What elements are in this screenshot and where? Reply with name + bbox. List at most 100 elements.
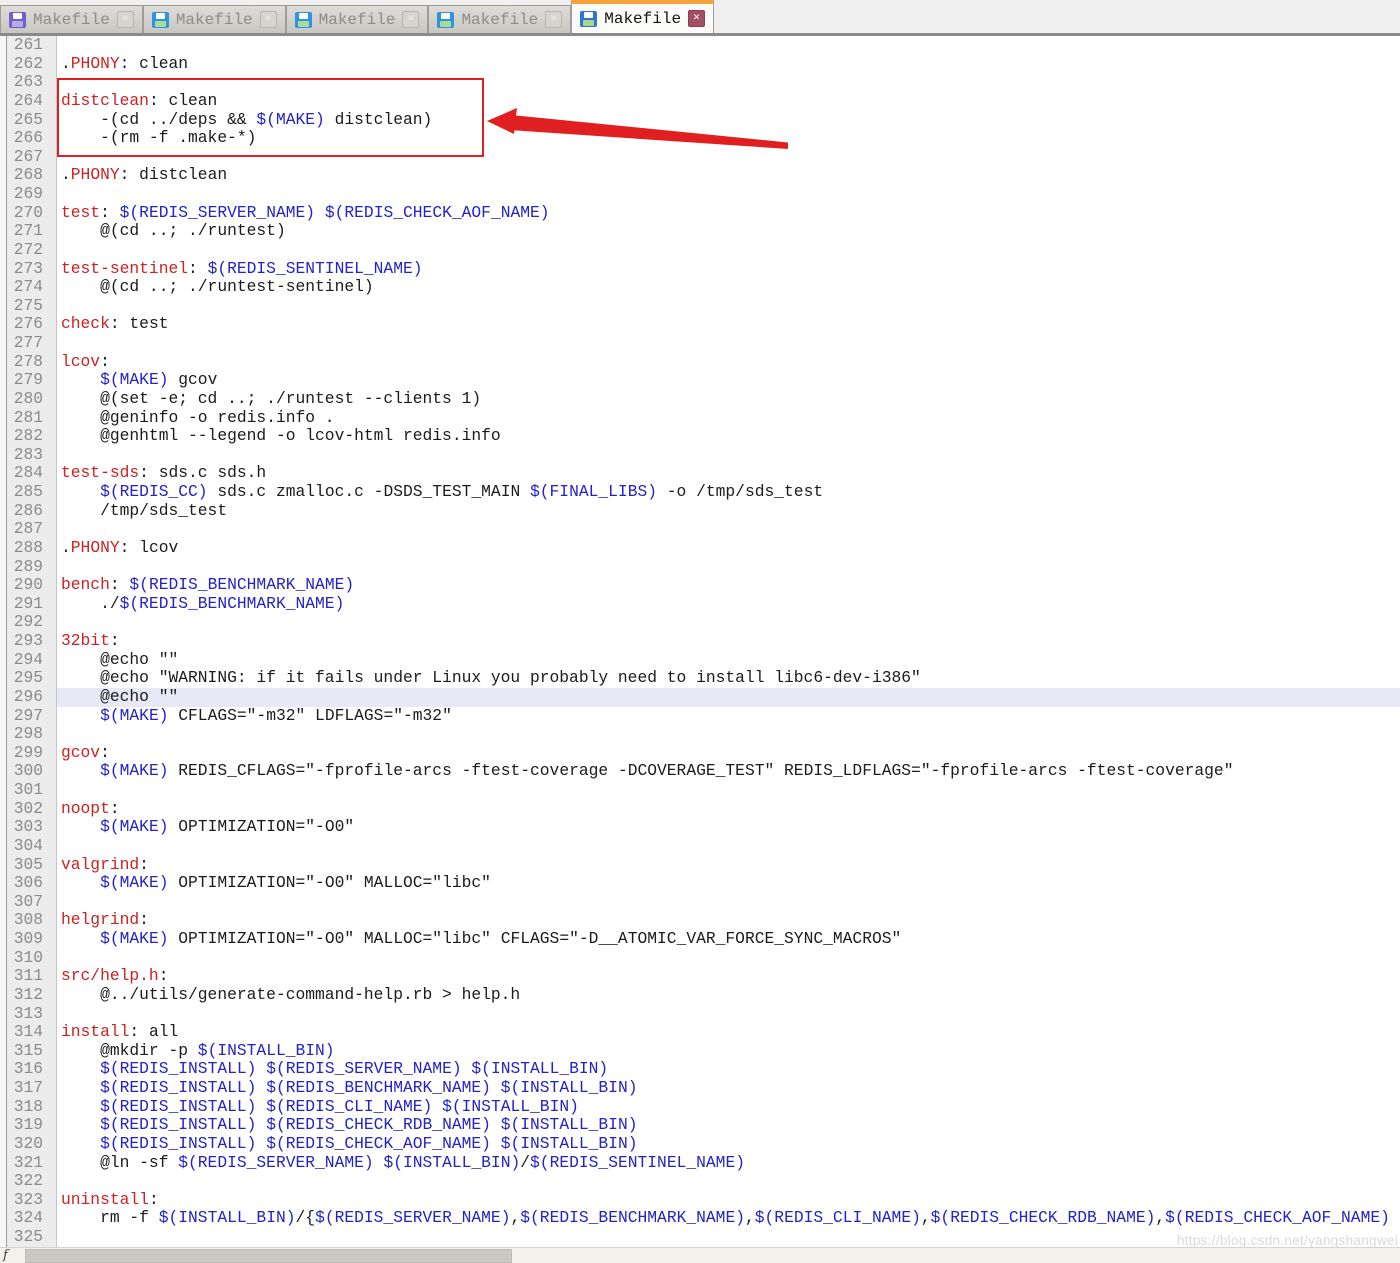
line-number[interactable]: 313 (7, 1005, 57, 1024)
code-text[interactable] (57, 334, 1400, 353)
line-number[interactable]: 261 (7, 36, 57, 55)
line-number[interactable]: 323 (7, 1191, 57, 1210)
line-number[interactable]: 310 (7, 949, 57, 968)
line-number[interactable]: 279 (7, 371, 57, 390)
line-number[interactable]: 321 (7, 1154, 57, 1173)
code-text[interactable]: @echo "" (57, 651, 1400, 670)
code-text[interactable]: @../utils/generate-command-help.rb > hel… (57, 986, 1400, 1005)
line-number[interactable]: 301 (7, 781, 57, 800)
code-text[interactable]: @ln -sf $(REDIS_SERVER_NAME) $(INSTALL_B… (57, 1154, 1400, 1173)
tab-makefile-2[interactable]: Makefile✕ (143, 5, 286, 33)
code-text[interactable]: @(cd ..; ./runtest-sentinel) (57, 278, 1400, 297)
line-number[interactable]: 317 (7, 1079, 57, 1098)
line-number[interactable]: 268 (7, 166, 57, 185)
code-text[interactable] (57, 446, 1400, 465)
close-icon[interactable]: ✕ (117, 11, 134, 28)
code-text[interactable]: @mkdir -p $(INSTALL_BIN) (57, 1042, 1400, 1061)
line-number[interactable]: 315 (7, 1042, 57, 1061)
line-number[interactable]: 312 (7, 986, 57, 1005)
code-text[interactable] (57, 558, 1400, 577)
line-number[interactable]: 263 (7, 73, 57, 92)
code-text[interactable]: .PHONY: distclean (57, 166, 1400, 185)
line-number[interactable]: 296 (7, 688, 57, 707)
code-text[interactable]: noopt: (57, 800, 1400, 819)
editor[interactable]: 261262.PHONY: clean263264distclean: clea… (0, 36, 1400, 1247)
line-number[interactable]: 305 (7, 856, 57, 875)
code-text[interactable]: .PHONY: clean (57, 55, 1400, 74)
line-number[interactable]: 320 (7, 1135, 57, 1154)
line-number[interactable]: 299 (7, 744, 57, 763)
code-text[interactable]: $(REDIS_INSTALL) $(REDIS_CHECK_RDB_NAME)… (57, 1116, 1400, 1135)
line-number[interactable]: 304 (7, 837, 57, 856)
line-number[interactable]: 322 (7, 1172, 57, 1191)
line-number[interactable]: 275 (7, 297, 57, 316)
code-text[interactable]: @echo "WARNING: if it fails under Linux … (57, 669, 1400, 688)
line-number[interactable]: 308 (7, 911, 57, 930)
code-text[interactable] (57, 613, 1400, 632)
code-text[interactable]: $(REDIS_INSTALL) $(REDIS_CHECK_AOF_NAME)… (57, 1135, 1400, 1154)
line-number[interactable]: 294 (7, 651, 57, 670)
code-text[interactable]: install: all (57, 1023, 1400, 1042)
line-number[interactable]: 266 (7, 129, 57, 148)
code-text[interactable] (57, 725, 1400, 744)
line-number[interactable]: 274 (7, 278, 57, 297)
line-number[interactable]: 319 (7, 1116, 57, 1135)
line-number[interactable]: 270 (7, 204, 57, 223)
code-text[interactable] (57, 1228, 1400, 1247)
close-icon[interactable]: ✕ (688, 10, 705, 27)
code-text[interactable] (57, 36, 1400, 55)
line-number[interactable]: 292 (7, 613, 57, 632)
line-number[interactable]: 277 (7, 334, 57, 353)
line-number[interactable]: 287 (7, 520, 57, 539)
line-number[interactable]: 318 (7, 1098, 57, 1117)
line-number[interactable]: 272 (7, 241, 57, 260)
horizontal-scrollbar[interactable] (0, 1247, 1400, 1263)
line-number[interactable]: 291 (7, 595, 57, 614)
close-icon[interactable]: ✕ (402, 11, 419, 28)
code-text[interactable]: $(REDIS_INSTALL) $(REDIS_BENCHMARK_NAME)… (57, 1079, 1400, 1098)
code-text[interactable]: test: $(REDIS_SERVER_NAME) $(REDIS_CHECK… (57, 204, 1400, 223)
code-text[interactable]: @(set -e; cd ..; ./runtest --clients 1) (57, 390, 1400, 409)
code-text[interactable] (57, 893, 1400, 912)
code-text[interactable]: @echo "" (57, 688, 1400, 707)
code-text[interactable]: test-sds: sds.c sds.h (57, 464, 1400, 483)
line-number[interactable]: 276 (7, 315, 57, 334)
code-text[interactable] (57, 949, 1400, 968)
code-text[interactable]: bench: $(REDIS_BENCHMARK_NAME) (57, 576, 1400, 595)
line-number[interactable]: 297 (7, 707, 57, 726)
code-text[interactable] (57, 1005, 1400, 1024)
scrollbar-thumb[interactable] (25, 1249, 512, 1263)
code-text[interactable]: 32bit: (57, 632, 1400, 651)
code-text[interactable] (57, 520, 1400, 539)
line-number[interactable]: 280 (7, 390, 57, 409)
code-text[interactable]: $(REDIS_INSTALL) $(REDIS_SERVER_NAME) $(… (57, 1060, 1400, 1079)
code-text[interactable]: .PHONY: lcov (57, 539, 1400, 558)
close-icon[interactable]: ✕ (545, 11, 562, 28)
code-text[interactable] (57, 241, 1400, 260)
line-number[interactable]: 285 (7, 483, 57, 502)
line-number[interactable]: 309 (7, 930, 57, 949)
line-number[interactable]: 314 (7, 1023, 57, 1042)
close-icon[interactable]: ✕ (260, 11, 277, 28)
line-number[interactable]: 264 (7, 92, 57, 111)
code-text[interactable]: distclean: clean (57, 92, 1400, 111)
line-number[interactable]: 284 (7, 464, 57, 483)
code-text[interactable]: $(REDIS_INSTALL) $(REDIS_CLI_NAME) $(INS… (57, 1098, 1400, 1117)
line-number[interactable]: 306 (7, 874, 57, 893)
code-text[interactable] (57, 1172, 1400, 1191)
line-number[interactable]: 311 (7, 967, 57, 986)
code-text[interactable]: @(cd ..; ./runtest) (57, 222, 1400, 241)
line-number[interactable]: 303 (7, 818, 57, 837)
line-number[interactable]: 283 (7, 446, 57, 465)
code-text[interactable]: test-sentinel: $(REDIS_SENTINEL_NAME) (57, 260, 1400, 279)
line-number[interactable]: 324 (7, 1209, 57, 1228)
line-number[interactable]: 278 (7, 353, 57, 372)
code-text[interactable] (57, 73, 1400, 92)
code-text[interactable] (57, 148, 1400, 167)
code-text[interactable]: $(MAKE) gcov (57, 371, 1400, 390)
line-number[interactable]: 300 (7, 762, 57, 781)
code-text[interactable]: src/help.h: (57, 967, 1400, 986)
line-number[interactable]: 267 (7, 148, 57, 167)
code-text[interactable]: gcov: (57, 744, 1400, 763)
line-number[interactable]: 290 (7, 576, 57, 595)
